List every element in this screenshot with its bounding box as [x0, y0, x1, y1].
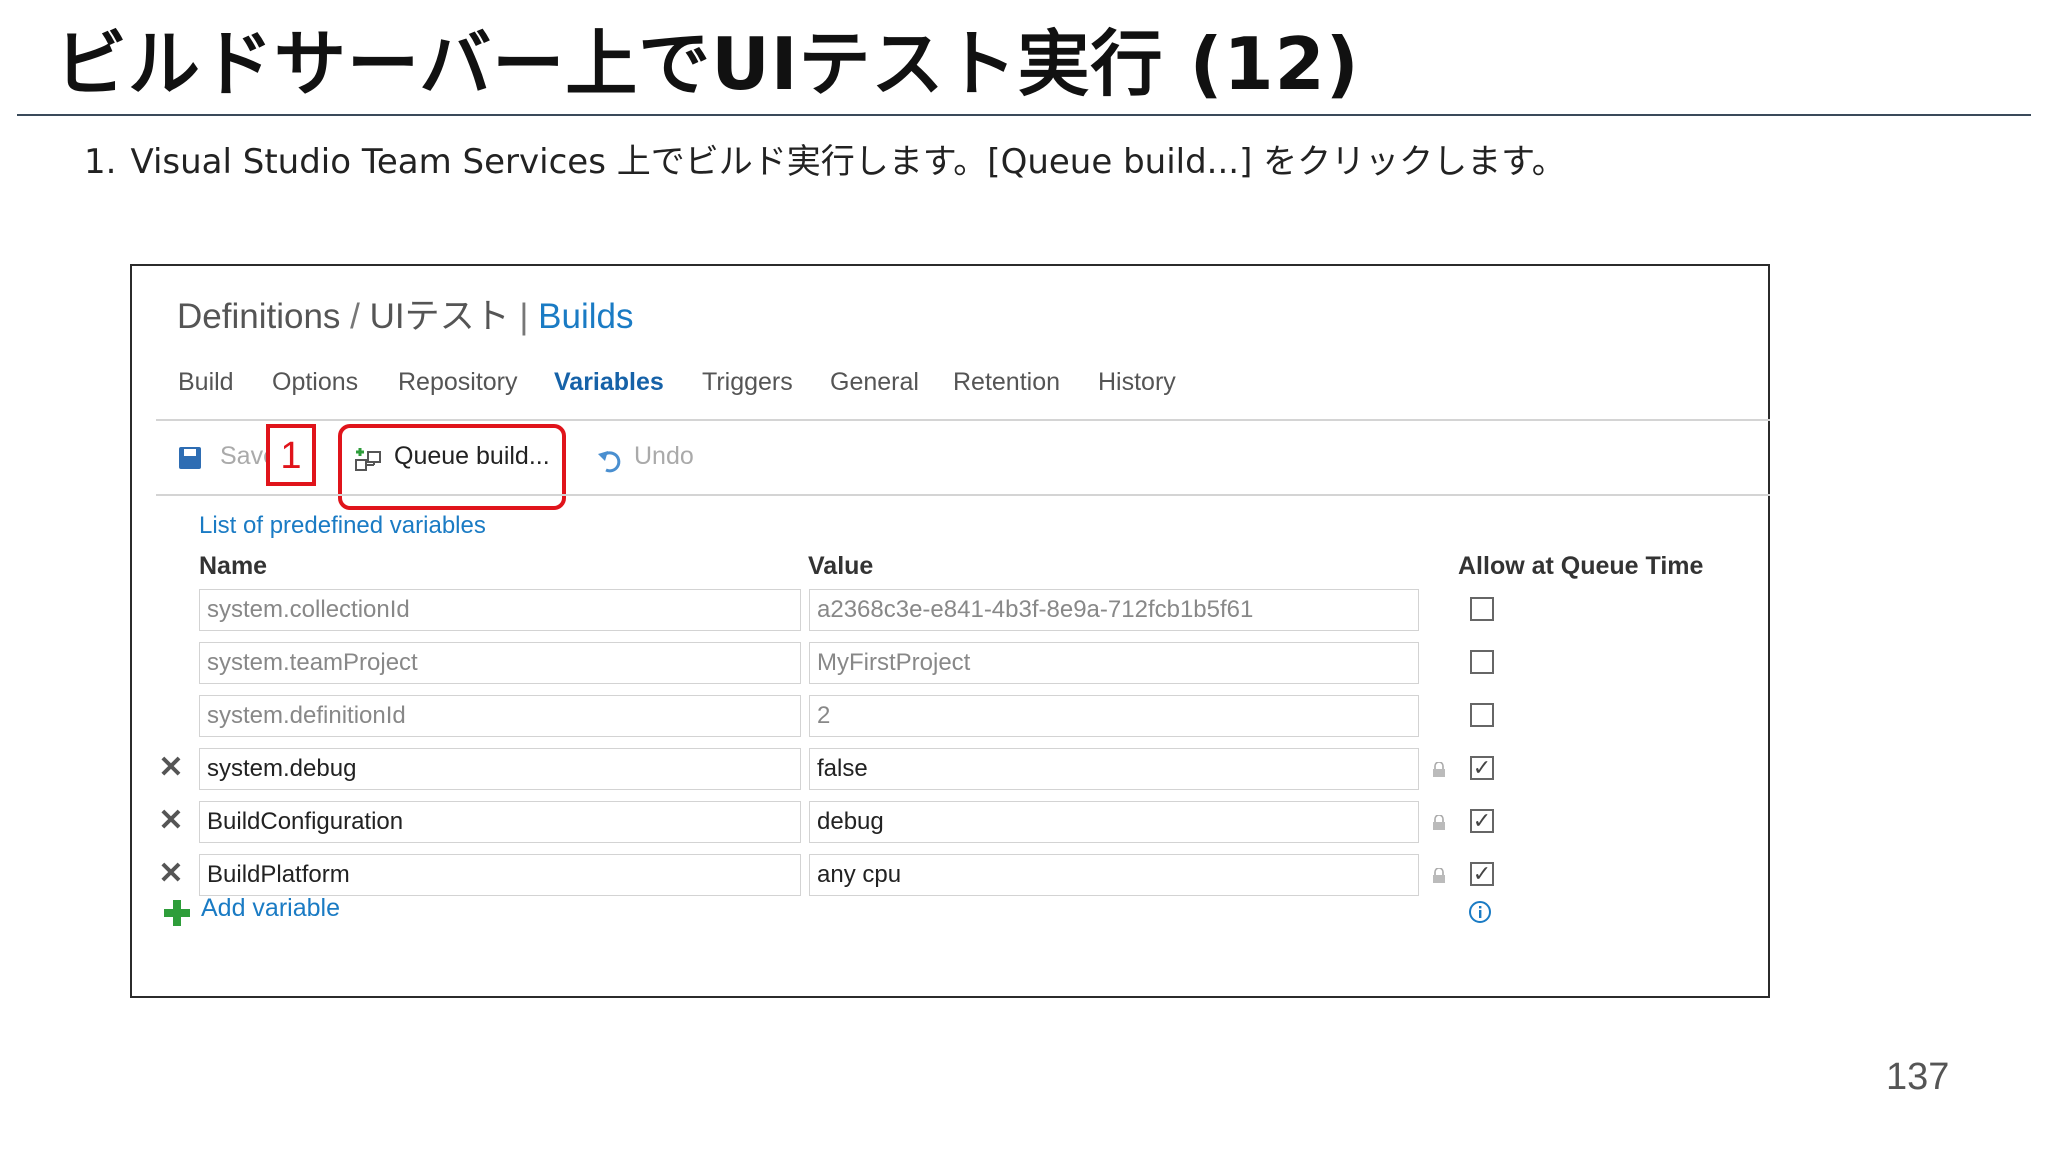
- variable-value-field[interactable]: any cpu: [809, 854, 1419, 896]
- column-header-name: Name: [199, 552, 268, 580]
- lock-icon[interactable]: [1432, 762, 1446, 778]
- info-icon[interactable]: [1468, 900, 1492, 924]
- variable-value-field[interactable]: debug: [809, 801, 1419, 843]
- tab-build[interactable]: Build: [178, 368, 234, 397]
- variable-name-field[interactable]: system.teamProject: [199, 642, 801, 684]
- allow-queue-time-checkbox[interactable]: [1470, 597, 1494, 621]
- variable-value-field[interactable]: a2368c3e-e841-4b3f-8e9a-712fcb1b5f61: [809, 589, 1419, 631]
- tab-history[interactable]: History: [1098, 368, 1176, 397]
- tab-variables[interactable]: Variables: [554, 368, 664, 397]
- tab-triggers[interactable]: Triggers: [702, 368, 793, 397]
- variable-value-field[interactable]: 2: [809, 695, 1419, 737]
- tab-retention[interactable]: Retention: [953, 368, 1060, 397]
- add-variable-button[interactable]: Add variable: [201, 894, 340, 923]
- embedded-screenshot: Definitions / UIテスト | Builds Build Optio…: [130, 264, 1770, 998]
- delete-variable-icon[interactable]: ✕: [158, 806, 184, 836]
- breadcrumb: Definitions / UIテスト | Builds: [177, 288, 634, 339]
- variable-name-field[interactable]: BuildPlatform: [199, 854, 801, 896]
- lock-icon[interactable]: [1432, 815, 1446, 831]
- delete-variable-icon[interactable]: ✕: [158, 859, 184, 889]
- tab-options[interactable]: Options: [272, 368, 358, 397]
- slide-title: ビルドサーバー上でUIテスト実行 (12): [55, 22, 1360, 106]
- tab-repository[interactable]: Repository: [398, 368, 518, 397]
- lock-icon[interactable]: [1432, 868, 1446, 884]
- page-number: 137: [1886, 1056, 1950, 1098]
- column-header-value: Value: [808, 552, 874, 580]
- tab-divider: [156, 419, 1770, 421]
- allow-queue-time-checkbox[interactable]: ✓: [1470, 862, 1494, 886]
- variable-value-field[interactable]: false: [809, 748, 1419, 790]
- variable-name-field[interactable]: system.definitionId: [199, 695, 801, 737]
- variable-value-field[interactable]: MyFirstProject: [809, 642, 1419, 684]
- step-instruction: 1. Visual Studio Team Services 上でビルド実行します…: [84, 140, 1566, 184]
- delete-variable-icon[interactable]: ✕: [158, 753, 184, 783]
- column-header-allow: Allow at Queue Time: [1458, 552, 1704, 580]
- breadcrumb-definition-name[interactable]: UIテスト: [370, 297, 510, 336]
- add-icon[interactable]: [162, 898, 192, 928]
- breadcrumb-separator: /: [340, 297, 370, 336]
- breadcrumb-definitions[interactable]: Definitions: [177, 297, 340, 336]
- callout-step-number: 1: [266, 424, 316, 486]
- variable-name-field[interactable]: system.debug: [199, 748, 801, 790]
- breadcrumb-separator: |: [509, 297, 539, 336]
- callout-highlight-box: [338, 424, 566, 510]
- allow-queue-time-checkbox[interactable]: [1470, 650, 1494, 674]
- predefined-variables-link[interactable]: List of predefined variables: [199, 512, 486, 540]
- step-text: Visual Studio Team Services 上でビルド実行します。[…: [130, 142, 1566, 182]
- undo-button[interactable]: Undo: [634, 442, 694, 471]
- allow-queue-time-checkbox[interactable]: ✓: [1470, 756, 1494, 780]
- save-icon: [179, 447, 201, 469]
- allow-queue-time-checkbox[interactable]: ✓: [1470, 809, 1494, 833]
- variable-name-field[interactable]: system.collectionId: [199, 589, 801, 631]
- breadcrumb-builds[interactable]: Builds: [538, 297, 633, 336]
- step-number: 1.: [84, 142, 117, 182]
- title-divider: [17, 114, 2031, 116]
- undo-icon: [598, 451, 621, 473]
- allow-queue-time-checkbox[interactable]: [1470, 703, 1494, 727]
- tab-general[interactable]: General: [830, 368, 919, 397]
- toolbar-divider: [156, 494, 1770, 496]
- variable-name-field[interactable]: BuildConfiguration: [199, 801, 801, 843]
